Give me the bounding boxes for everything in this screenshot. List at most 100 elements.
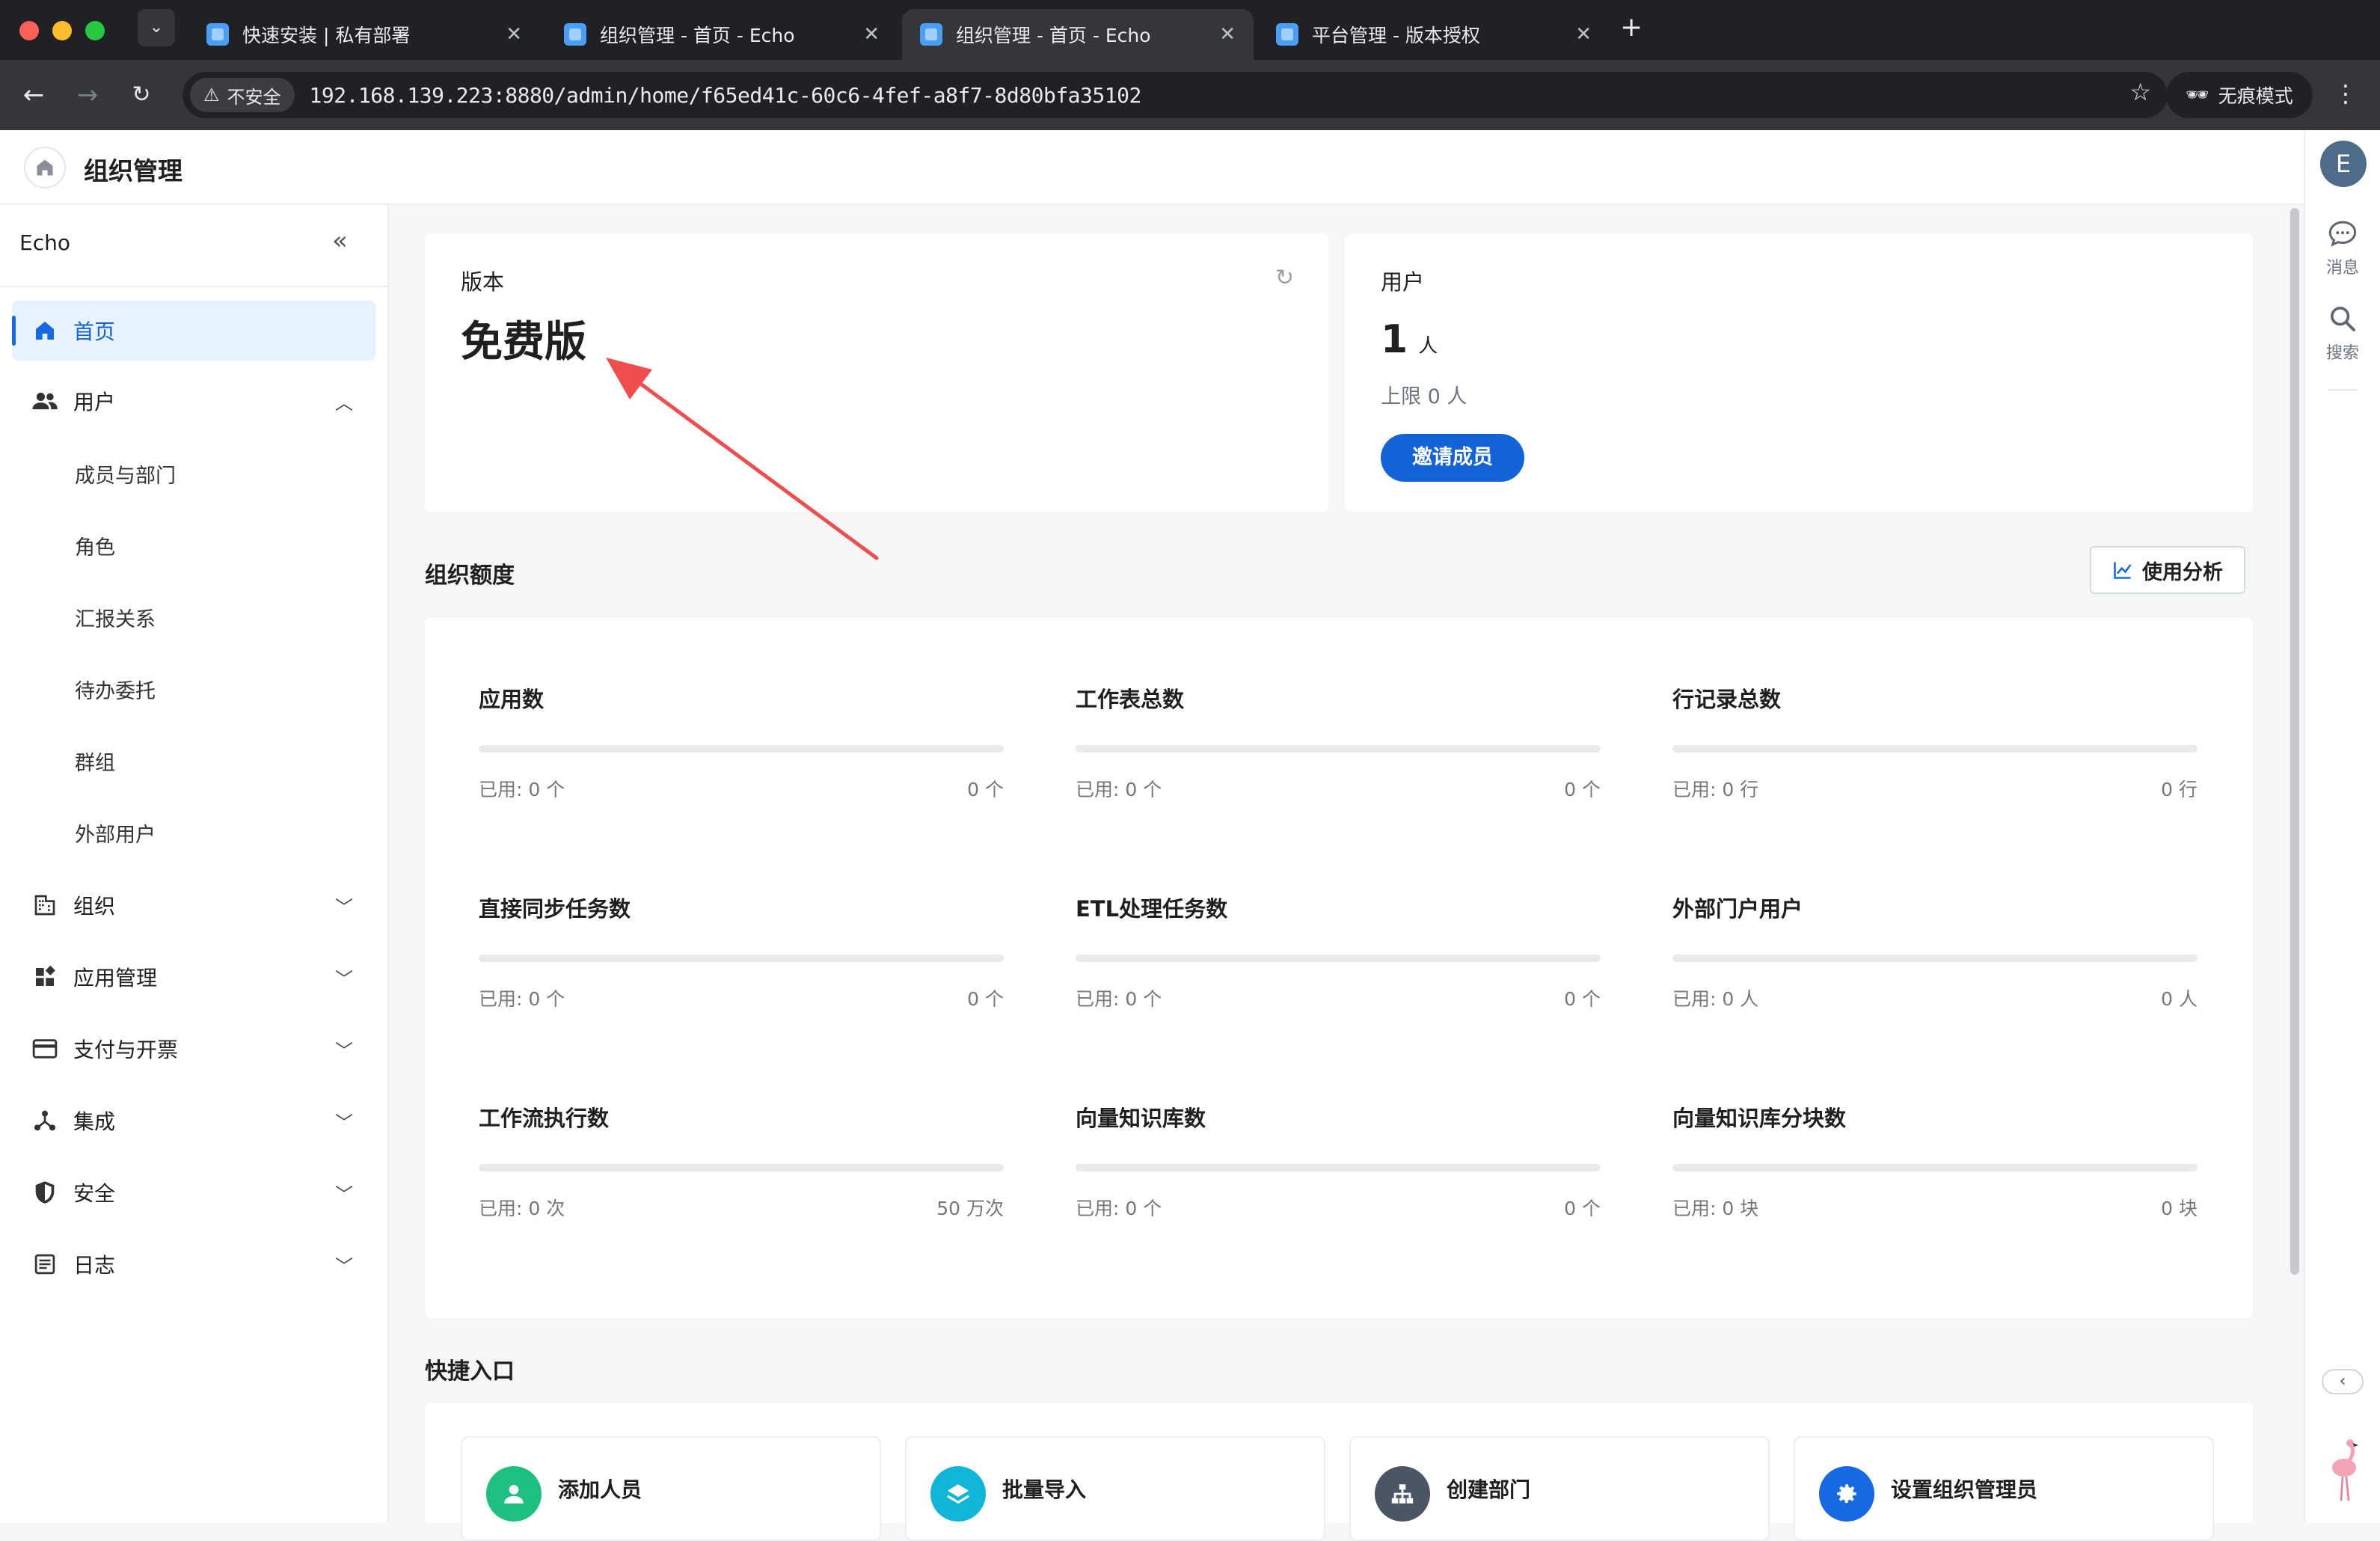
quota-item-title: 行记录总数 [1672,687,1782,712]
refresh-icon[interactable]: ↻ [1275,265,1294,291]
sidebar-subitem-roles[interactable]: 角色 [75,531,115,560]
close-tab-icon[interactable]: ✕ [506,23,522,46]
search-button[interactable]: 搜索 [2305,304,2380,364]
sidebar-item-payment[interactable]: 支付与开票 ﹀ [12,1019,375,1079]
url-text[interactable]: 192.168.139.223:8880/admin/home/f65ed41c… [310,83,1142,108]
chevron-down-icon: ﹀ [335,1183,353,1205]
sidebar-item-logs[interactable]: 日志 ﹀ [12,1234,375,1294]
messages-label: 消息 [2325,259,2359,278]
users-icon [30,389,60,413]
quota-item-title: ETL处理任务数 [1076,896,1228,922]
sidebar-item-users[interactable]: 用户 ︿ [12,371,375,431]
invite-members-button[interactable]: 邀请成员 [1381,434,1524,482]
quota-item-apps: 应用数 已用: 0 个 0 个 [479,682,1004,802]
building-icon [30,893,60,917]
quota-limit: 50 万次 [936,1198,1004,1219]
bookmark-star-icon[interactable]: ☆ [2129,78,2151,106]
browser-tab-strip: ⌄ 快速安装 | 私有部署 ✕ 组织管理 - 首页 - Echo ✕ 组织管理 … [0,0,2380,60]
usage-analysis-button[interactable]: 使用分析 [2090,546,2245,594]
close-tab-icon[interactable]: ✕ [1219,23,1236,46]
address-bar[interactable]: ⚠ 不安全 192.168.139.223:8880/admin/home/f6… [183,72,2168,118]
browser-menu-icon[interactable]: ⋮ [2334,79,2358,108]
site-info-button[interactable]: ⚠ 不安全 [190,78,295,112]
search-icon [2331,307,2355,331]
quota-progress-bar [1672,955,2197,962]
browser-tab-3-active[interactable]: 组织管理 - 首页 - Echo ✕ [902,9,1254,60]
favicon-icon [1276,23,1298,46]
browser-tab-1[interactable]: 快速安装 | 私有部署 ✕ [188,9,540,60]
sidebar-subitem-members[interactable]: 成员与部门 [75,459,176,488]
flamingo-mascot-icon[interactable] [2322,1436,2367,1504]
quota-used: 已用: 0 个 [479,779,565,800]
chat-icon [2328,221,2357,247]
quota-progress-bar [1076,955,1601,962]
sidebar-item-app-management[interactable]: 应用管理 ﹀ [12,947,375,1007]
tab-search-button[interactable]: ⌄ [138,9,175,46]
users-card: 用户 1 人 上限 0 人 邀请成员 [1345,233,2253,512]
incognito-button[interactable]: 🕶 无痕模式 [2166,72,2313,118]
insecure-label: 不安全 [227,86,281,108]
sidebar-item-label: 组织 [73,894,116,919]
org-tree-icon [1375,1466,1430,1522]
messages-button[interactable]: 消息 [2305,218,2380,278]
org-name: Echo [19,230,70,255]
sidebar-item-label: 首页 [73,319,116,344]
shortcut-bulk-import[interactable]: 批量导入 [905,1436,1325,1541]
home-button[interactable] [24,147,66,189]
sidebar-subitem-delegation[interactable]: 待办委托 [75,675,156,704]
close-tab-icon[interactable]: ✕ [863,23,880,46]
shortcuts-card: 添加人员 批量导入 创建部门 设置组织管理员 [425,1403,2253,1541]
sidebar-subitem-reporting[interactable]: 汇报关系 [75,603,156,632]
shortcut-set-org-admin[interactable]: 设置组织管理员 [1794,1436,2214,1541]
gear-icon [1819,1466,1874,1522]
forward-button[interactable]: → [70,78,105,112]
quota-limit: 0 个 [967,779,1004,800]
quota-item-title: 向量知识库数 [1076,1106,1206,1131]
sidebar-item-security[interactable]: 安全 ﹀ [12,1162,375,1222]
maximize-window-button[interactable] [85,21,105,40]
rail-expand-button[interactable]: ‹ [2322,1369,2364,1394]
close-window-button[interactable] [19,21,39,40]
reload-button[interactable]: ↻ [124,78,159,112]
chevron-down-icon: ﹀ [335,968,353,990]
new-tab-button[interactable]: + [1620,12,1643,43]
search-label: 搜索 [2325,344,2359,363]
quota-limit: 0 人 [2161,988,2197,1010]
sidebar-item-integration[interactable]: 集成 ﹀ [12,1091,375,1151]
sidebar-item-label: 集成 [73,1109,116,1134]
browser-tab-4[interactable]: 平台管理 - 版本授权 ✕ [1258,9,1610,60]
app-header: 组织管理 [0,130,2304,205]
tab-title: 快速安装 | 私有部署 [242,25,411,46]
quota-section-title: 组织额度 [425,563,515,589]
main-scrollbar[interactable] [2290,208,2299,1275]
quota-limit: 0 个 [1564,779,1601,800]
avatar[interactable]: E [2320,141,2367,187]
warning-icon: ⚠ [203,85,220,105]
quota-progress-bar [1672,1164,2197,1171]
quota-used: 已用: 0 行 [1672,779,1759,800]
collapse-sidebar-icon[interactable]: « [332,226,348,256]
chevron-down-icon: ﹀ [335,1040,353,1061]
chevron-up-icon: ︿ [335,392,353,414]
quota-item-title: 应用数 [479,687,545,712]
shortcut-add-member[interactable]: 添加人员 [461,1436,881,1541]
rail-divider [2328,389,2358,390]
quota-used: 已用: 0 个 [1076,1198,1162,1219]
back-button[interactable]: ← [16,78,51,112]
sidebar-item-organization[interactable]: 组织 ﹀ [12,875,375,935]
browser-tab-2[interactable]: 组织管理 - 首页 - Echo ✕ [546,9,898,60]
version-label: 版本 [461,269,505,295]
sidebar-item-home[interactable]: 首页 [12,301,375,361]
user-count: 1 [1381,317,1408,362]
sidebar-subitem-external-users[interactable]: 外部用户 [75,818,156,848]
page-title: 组织管理 [84,156,183,186]
quota-limit: 0 个 [1564,1198,1601,1219]
tab-title: 组织管理 - 首页 - Echo [956,25,1151,46]
sidebar-subitem-groups[interactable]: 群组 [75,747,115,776]
shortcut-create-department[interactable]: 创建部门 [1349,1436,1770,1541]
close-tab-icon[interactable]: ✕ [1575,23,1592,46]
chevron-down-icon: ﹀ [335,1112,353,1133]
quota-item-title: 直接同步任务数 [479,896,631,922]
minimize-window-button[interactable] [52,21,72,40]
users-label: 用户 [1381,269,1425,295]
